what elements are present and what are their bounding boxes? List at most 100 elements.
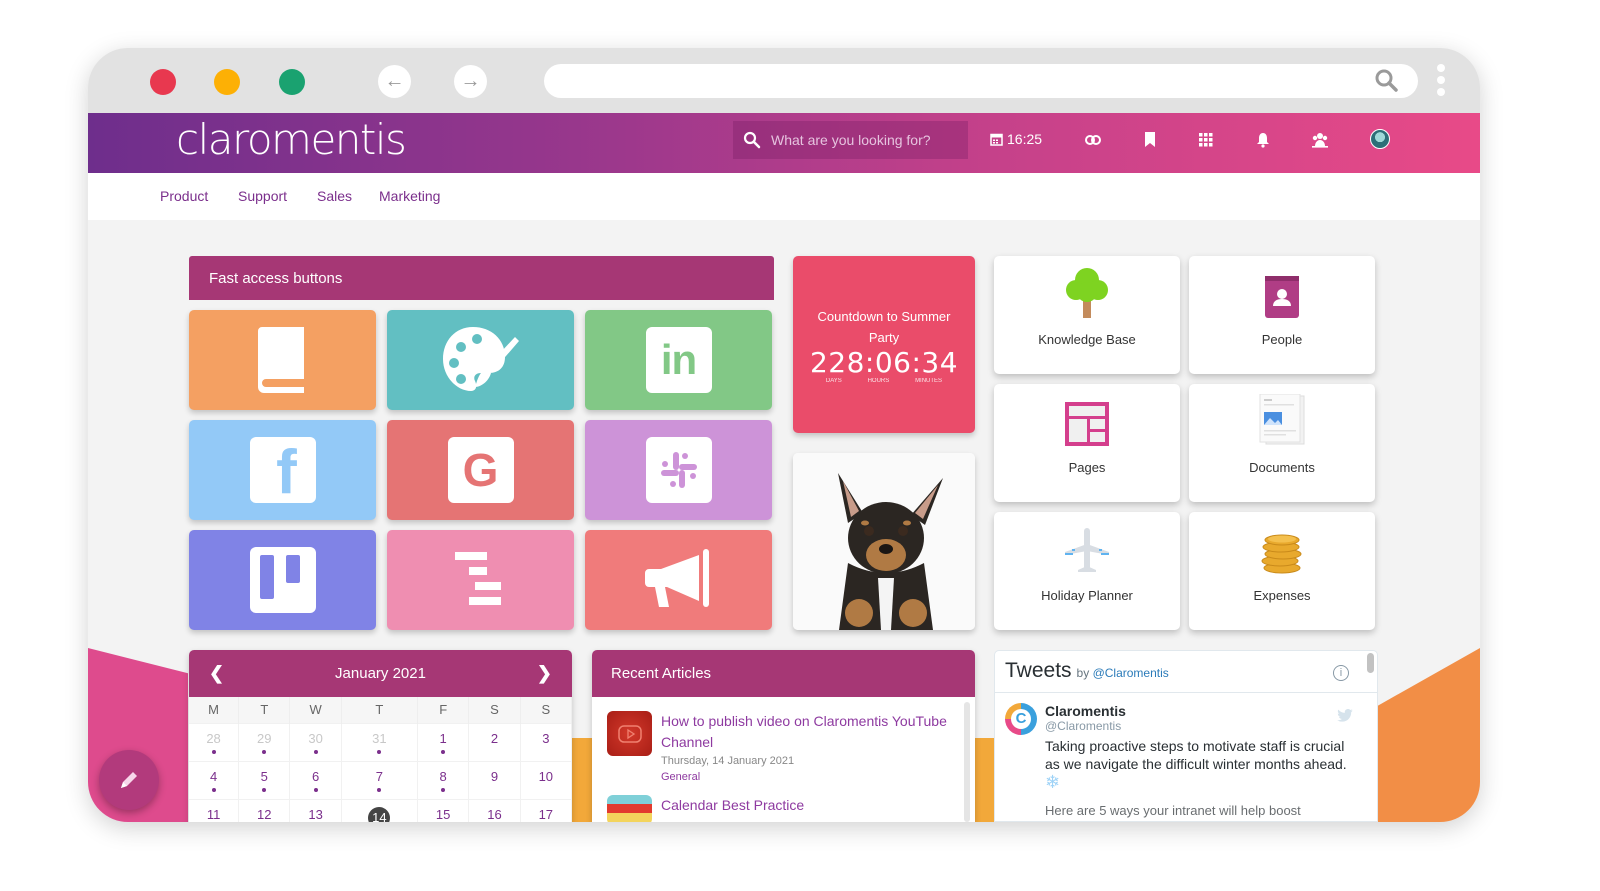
calendar-day-number: 12 bbox=[257, 806, 272, 822]
calendar-header: ❮ January 2021 ❯ bbox=[189, 650, 572, 697]
tweets-handle-link[interactable]: @Claromentis bbox=[1093, 666, 1169, 680]
calendar-day[interactable]: 28 bbox=[189, 722, 240, 761]
chevron-right-icon[interactable]: ❯ bbox=[537, 663, 552, 684]
calendar-day[interactable]: 3 bbox=[520, 722, 572, 761]
documents-icon bbox=[1259, 394, 1305, 445]
calendar-day[interactable]: 29 bbox=[238, 722, 291, 761]
people-group-icon[interactable] bbox=[1311, 132, 1329, 148]
people-directory-icon bbox=[1265, 276, 1299, 318]
tree-icon bbox=[1066, 268, 1108, 318]
window-close-button[interactable] bbox=[150, 69, 176, 95]
nav-marketing[interactable]: Marketing bbox=[379, 188, 440, 204]
back-button[interactable]: ← bbox=[378, 65, 411, 98]
user-avatar[interactable] bbox=[1370, 129, 1390, 149]
tweet-avatar[interactable]: C bbox=[1005, 703, 1037, 735]
bell-icon[interactable] bbox=[1256, 132, 1270, 148]
calendar-day[interactable]: 15 bbox=[417, 798, 470, 822]
nav-product[interactable]: Product bbox=[160, 188, 208, 204]
calendar-day[interactable]: 8 bbox=[417, 760, 470, 799]
apps-grid-icon[interactable] bbox=[1199, 133, 1213, 147]
tile-gantt[interactable] bbox=[387, 530, 574, 630]
nav-sales[interactable]: Sales bbox=[317, 188, 352, 204]
calendar-widget: ❮ January 2021 ❯ MTWTFSS 28 29 30 31 1 2 3 4 5 6 7… bbox=[189, 650, 572, 822]
claromentis-logo[interactable]: claromentis bbox=[176, 115, 407, 164]
calendar-day[interactable]: 5 bbox=[238, 760, 291, 799]
calendar-day[interactable]: 6 bbox=[289, 760, 342, 799]
edit-fab-button[interactable] bbox=[99, 750, 159, 810]
quick-link-pages[interactable]: Pages bbox=[994, 384, 1180, 502]
quick-link-people[interactable]: People bbox=[1189, 256, 1375, 374]
global-search[interactable] bbox=[733, 121, 968, 159]
window-maximize-button[interactable] bbox=[279, 69, 305, 95]
article-title[interactable]: Calendar Best Practice bbox=[661, 795, 804, 816]
quick-link-documents[interactable]: Documents bbox=[1189, 384, 1375, 502]
dog-image-card[interactable] bbox=[793, 453, 975, 630]
chevron-left-icon[interactable]: ❮ bbox=[209, 663, 224, 684]
calendar-day[interactable]: 14 bbox=[341, 798, 419, 822]
calendar-grid: MTWTFSS 28 29 30 31 1 2 3 4 5 6 7 8 9 10 11 12 13 14 15 16 1… bbox=[189, 697, 572, 822]
calendar-day[interactable]: 10 bbox=[520, 760, 572, 799]
kebab-menu-icon[interactable] bbox=[1437, 64, 1447, 100]
days-label: DAYS bbox=[825, 378, 842, 384]
calendar-day[interactable]: 17 bbox=[520, 798, 572, 822]
event-dot bbox=[262, 787, 267, 792]
twitter-bird-icon[interactable] bbox=[1337, 709, 1353, 722]
tweets-header: Tweets by @Claromentis bbox=[995, 651, 1377, 693]
calendar-day[interactable]: 12 bbox=[238, 798, 291, 822]
calendar-day-number: 28 bbox=[206, 730, 221, 746]
tile-google[interactable]: G bbox=[387, 420, 574, 520]
tweets-scrollbar[interactable] bbox=[1367, 653, 1374, 673]
quick-link-label: Pages bbox=[1068, 460, 1106, 475]
tile-linkedin[interactable]: in bbox=[585, 310, 772, 410]
bookmark-icon[interactable] bbox=[1144, 132, 1156, 147]
quick-link-expenses[interactable]: Expenses bbox=[1189, 512, 1375, 630]
calendar-day[interactable]: 11 bbox=[189, 798, 240, 822]
calendar-day[interactable]: 4 bbox=[189, 760, 240, 799]
calendar-day[interactable]: 13 bbox=[289, 798, 342, 822]
link-icon[interactable] bbox=[1085, 134, 1101, 146]
calendar-week: 28 29 30 31 1 2 3 bbox=[189, 722, 572, 761]
article-item[interactable]: Calendar Best Practice bbox=[592, 783, 975, 822]
quick-link-holiday-planner[interactable]: Holiday Planner bbox=[994, 512, 1180, 630]
calendar-day[interactable]: 30 bbox=[289, 722, 342, 761]
countdown-days: 228 bbox=[809, 346, 865, 379]
calendar-day[interactable]: 9 bbox=[468, 760, 521, 799]
quick-link-knowledge-base[interactable]: Knowledge Base bbox=[994, 256, 1180, 374]
tweet-author-name[interactable]: Claromentis bbox=[1045, 703, 1355, 719]
book-icon bbox=[257, 327, 304, 393]
tile-trello[interactable] bbox=[189, 530, 376, 630]
twitter-widget: Tweets by @Claromentis i C Claromentis @… bbox=[994, 650, 1378, 822]
tile-slack[interactable] bbox=[585, 420, 772, 520]
nav-support[interactable]: Support bbox=[238, 188, 287, 204]
window-minimize-button[interactable] bbox=[214, 69, 240, 95]
calendar-day[interactable]: 1 bbox=[417, 722, 470, 761]
tile-announcements[interactable] bbox=[585, 530, 772, 630]
url-bar[interactable] bbox=[544, 64, 1418, 98]
calendar-day[interactable]: 31 bbox=[341, 722, 419, 761]
tile-facebook[interactable]: f bbox=[189, 420, 376, 520]
tweet-author-handle[interactable]: @Claromentis bbox=[1045, 719, 1355, 733]
fast-access-header: Fast access buttons bbox=[189, 256, 774, 300]
clock[interactable]: 16:25 bbox=[990, 131, 1042, 147]
article-title[interactable]: How to publish video on Claromentis YouT… bbox=[661, 711, 975, 753]
weekday-header: F bbox=[417, 697, 470, 723]
calendar-day[interactable]: 16 bbox=[468, 798, 521, 822]
tweets-by: by bbox=[1076, 666, 1090, 680]
article-item[interactable]: How to publish video on Claromentis YouT… bbox=[592, 697, 975, 783]
calendar-day[interactable]: 7 bbox=[341, 760, 419, 799]
tile-book[interactable] bbox=[189, 310, 376, 410]
search-input[interactable] bbox=[771, 132, 961, 148]
forward-button[interactable]: → bbox=[454, 65, 487, 98]
search-icon[interactable] bbox=[1374, 68, 1400, 94]
calendar-day[interactable]: 2 bbox=[468, 722, 521, 761]
weekday-header: S bbox=[520, 697, 572, 723]
tweet[interactable]: C Claromentis @Claromentis Taking proact… bbox=[995, 693, 1377, 818]
articles-scrollbar[interactable] bbox=[964, 702, 970, 822]
tweet-text: Taking proactive steps to motivate staff… bbox=[1045, 738, 1347, 772]
tile-palette[interactable] bbox=[387, 310, 574, 410]
info-icon[interactable]: i bbox=[1333, 665, 1349, 681]
article-category[interactable]: General bbox=[661, 771, 975, 783]
minutes-label: MINUTES bbox=[915, 378, 943, 384]
tweets-title: Tweets bbox=[1005, 659, 1072, 682]
quick-link-label: Documents bbox=[1249, 460, 1315, 475]
